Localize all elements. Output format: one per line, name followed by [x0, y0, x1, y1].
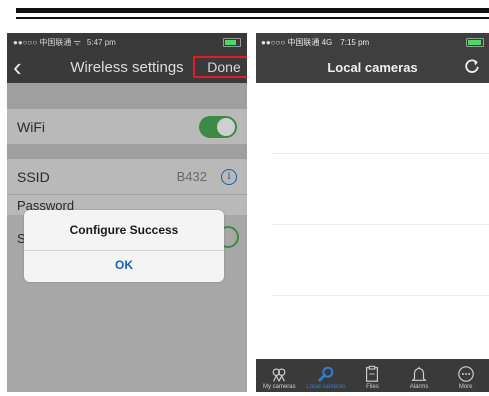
- ssid-row[interactable]: SSID B432 i: [7, 159, 247, 195]
- tab-files[interactable]: Files: [349, 359, 396, 392]
- info-icon[interactable]: i: [221, 168, 237, 185]
- nav-bar: Local cameras: [256, 51, 489, 83]
- cameras-icon: [272, 368, 286, 382]
- list-separator: [272, 224, 489, 225]
- nav-bar: ‹ Wireless settings Done: [7, 51, 247, 83]
- page-title: Wireless settings: [70, 58, 184, 76]
- status-time: 7:15 pm: [340, 37, 370, 47]
- status-bar: ●●○○○ 中国联通 4G 7:15 pm: [256, 33, 489, 51]
- tab-local-cameras[interactable]: Local cameras: [303, 359, 350, 392]
- refresh-icon[interactable]: [463, 57, 481, 75]
- status-bar: ●●○○○ 中国联通 ᯤ 5:47 pm: [7, 33, 247, 51]
- wireless-settings-screen: ●●○○○ 中国联通 ᯤ 5:47 pm ‹ Wireless settings…: [7, 33, 247, 392]
- tab-more[interactable]: More: [442, 359, 489, 392]
- local-cameras-screen: ●●○○○ 中国联通 4G 7:15 pm Local cameras My c…: [256, 33, 489, 392]
- ssid-label: SSID: [17, 168, 50, 185]
- wifi-label: WiFi: [17, 118, 45, 135]
- bell-icon: [411, 366, 427, 381]
- search-icon: [318, 366, 334, 382]
- list-separator: [272, 153, 489, 154]
- page-title: Local cameras: [327, 59, 418, 75]
- configure-success-dialog: Configure Success OK: [24, 210, 224, 282]
- camera-list: [256, 83, 489, 359]
- tab-my-cameras[interactable]: My cameras: [256, 359, 303, 392]
- tab-alarms[interactable]: Alarms: [396, 359, 443, 392]
- dialog-divider: [24, 250, 224, 251]
- battery-icon: [223, 37, 241, 47]
- carrier-text: ●●○○○ 中国联通 ᯤ: [13, 37, 81, 47]
- dialog-title: Configure Success: [69, 223, 179, 237]
- carrier-text: ●●○○○ 中国联通 4G: [261, 37, 333, 47]
- status-time: 5:47 pm: [86, 37, 116, 47]
- clipboard-icon: [366, 365, 379, 382]
- ok-button[interactable]: OK: [24, 258, 224, 272]
- top-rule-thick: [16, 8, 489, 13]
- list-separator: [272, 295, 489, 296]
- ssid-value: B432: [176, 169, 207, 184]
- more-icon: [457, 366, 474, 382]
- wifi-toggle[interactable]: [199, 115, 237, 138]
- tab-bar: My cameras Local cameras Files Alarms Mo…: [256, 359, 489, 392]
- top-rule-thin: [16, 17, 489, 19]
- back-chevron-icon[interactable]: ‹: [13, 51, 22, 83]
- wifi-row: WiFi: [7, 109, 247, 145]
- done-button[interactable]: Done: [193, 56, 247, 78]
- battery-icon: [466, 37, 484, 47]
